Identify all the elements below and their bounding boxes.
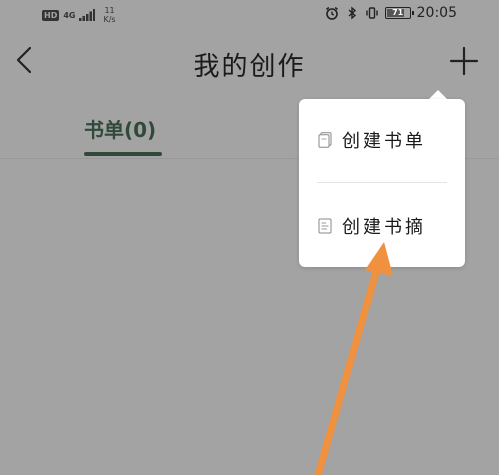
menu-item-create-booklist[interactable]: 创建书单	[299, 115, 465, 165]
status-bar: HD 4G 11 K/s 71 20:05	[0, 0, 499, 28]
vibrate-icon	[365, 7, 378, 19]
bluetooth-icon	[348, 6, 356, 20]
tab-booklist[interactable]: 书单(0)	[84, 114, 156, 143]
status-left: HD 4G 11 K/s	[42, 6, 116, 24]
network-speed: 11 K/s	[103, 6, 115, 24]
page-title: 我的创作	[193, 52, 306, 82]
menu-divider	[317, 182, 447, 183]
menu-item-create-excerpt[interactable]: 创建书摘	[299, 201, 465, 251]
hd-badge: HD	[42, 9, 60, 21]
battery-icon: 71	[384, 7, 414, 19]
clock: 20:05	[416, 5, 457, 21]
signal-icon	[79, 9, 96, 21]
network-type: 4G	[63, 10, 76, 20]
alarm-icon	[325, 6, 338, 20]
network-speed-value: 11	[104, 6, 115, 15]
network-speed-unit: K/s	[103, 15, 116, 24]
menu-item-label: 创建书摘	[342, 217, 426, 238]
menu-item-label: 创建书单	[342, 131, 426, 152]
battery-level: 71	[392, 8, 404, 17]
create-popup-menu: 创建书单 创建书摘	[299, 99, 465, 267]
status-right: 71 20:05	[325, 5, 457, 21]
add-button[interactable]	[448, 45, 480, 77]
booklist-doc-icon	[318, 132, 332, 148]
tab-active-indicator	[84, 152, 162, 156]
excerpt-doc-icon	[318, 218, 332, 234]
app-header: 我的创作	[0, 32, 499, 92]
